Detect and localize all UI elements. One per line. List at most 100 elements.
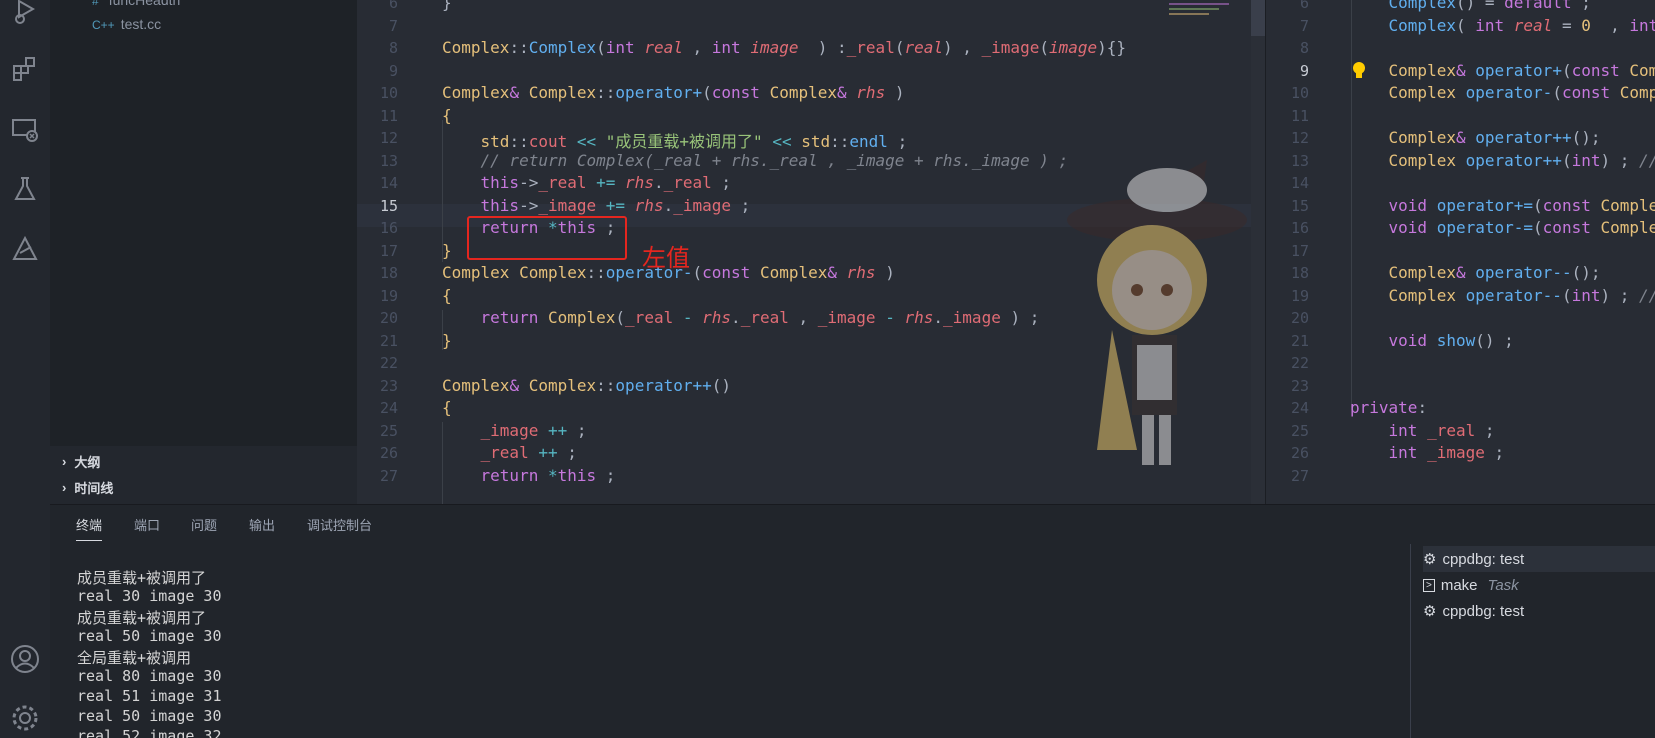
code-line: // return Complex(_real + rhs._real , _i… xyxy=(480,150,1069,170)
annotation-highlight-box xyxy=(467,216,627,260)
line-number: 16 xyxy=(1290,219,1309,237)
line-number: 26 xyxy=(1290,444,1309,462)
background-character-image xyxy=(1067,160,1247,465)
line-number: 8 xyxy=(1299,39,1309,57)
line-number: 14 xyxy=(379,174,398,192)
line-number: 25 xyxy=(379,421,398,440)
terminal-line: real 50 image 30 xyxy=(77,627,222,645)
debug-icon: ⚙ xyxy=(1423,603,1437,620)
testing-flask-icon[interactable] xyxy=(8,172,42,206)
tab-debug-console[interactable]: 调试控制台 xyxy=(307,515,372,534)
cmake-icon[interactable] xyxy=(8,232,42,266)
line-number: 6 xyxy=(1299,0,1309,12)
terminal-line: real 80 image 30 xyxy=(77,667,222,685)
extensions-icon[interactable] xyxy=(8,52,42,86)
terminal-line: real 50 image 30 xyxy=(77,707,222,725)
terminal-line: real 52 image 32 xyxy=(77,727,222,738)
editor-right[interactable]: 6 Complex() = default ; 7 Complex( int re… xyxy=(1265,0,1655,504)
line-number: 17 xyxy=(379,241,398,260)
file-icon: # xyxy=(92,0,99,8)
code-line: Complex& Complex::operator++() xyxy=(442,375,732,395)
code-line: _image ++ ; xyxy=(480,420,587,440)
file-item-test-cc[interactable]: C++ test.cc xyxy=(92,16,161,32)
line-number: 24 xyxy=(379,399,398,417)
code-line: std::cout << "成员重载+被调用了" << std::endl ; xyxy=(480,132,908,151)
terminal-line: 全局重载+被调用 xyxy=(77,649,192,667)
line-number: 14 xyxy=(1290,174,1309,192)
line-number: 22 xyxy=(1290,354,1309,372)
line-number: 10 xyxy=(379,84,398,102)
line-number: 21 xyxy=(379,331,398,350)
code-line: private: xyxy=(1350,398,1428,417)
line-number: 7 xyxy=(388,16,398,35)
run-debug-icon[interactable] xyxy=(8,0,42,28)
line-number: 23 xyxy=(379,376,398,395)
terminal-item[interactable]: > make Task xyxy=(1423,572,1655,598)
annotation-label: 左值 xyxy=(642,244,690,272)
code-line: Complex( int real = 0 , int xyxy=(1388,15,1655,35)
code-line: this->_image += rhs._image ; xyxy=(480,195,751,215)
code-line: } xyxy=(442,330,452,350)
code-line: Complex operator-(const Comp xyxy=(1388,83,1655,102)
terminal-line: 成员重载+被调用了 xyxy=(77,569,207,587)
code-line: Complex operator++(int) ; // xyxy=(1388,150,1655,170)
tab-output[interactable]: 输出 xyxy=(249,515,275,534)
terminal-line: 成员重载+被调用了 xyxy=(77,609,207,627)
explorer-panel xyxy=(50,0,357,446)
debug-icon: ⚙ xyxy=(1423,551,1437,568)
code-line: void operator-=(const Comple xyxy=(1388,218,1655,237)
chevron-right-icon: › xyxy=(62,480,67,495)
cpp-file-icon: C++ xyxy=(92,18,115,32)
remote-explorer-icon[interactable] xyxy=(8,113,42,147)
line-number: 16 xyxy=(379,219,398,237)
code-line: Complex operator--(int) ; // xyxy=(1388,285,1655,305)
activity-bar xyxy=(0,0,50,738)
code-line: } xyxy=(442,0,452,12)
section-timeline[interactable]: › 时间线 xyxy=(62,478,113,497)
line-number: 12 xyxy=(1290,129,1309,147)
scrollbar-thumb[interactable] xyxy=(1251,0,1265,36)
tab-terminal[interactable]: 终端 xyxy=(76,515,103,541)
chevron-right-icon: › xyxy=(62,454,67,469)
line-number: 27 xyxy=(1290,466,1309,485)
line-number: 8 xyxy=(388,39,398,57)
line-number: 15 xyxy=(379,196,398,215)
line-number: 20 xyxy=(1290,309,1309,327)
code-line: Complex& Complex::operator+(const Comple… xyxy=(442,83,905,102)
line-number: 24 xyxy=(1290,399,1309,417)
line-number: 7 xyxy=(1299,16,1309,35)
code-line: void operator+=(const Comple xyxy=(1388,195,1655,215)
line-number: 21 xyxy=(1290,331,1309,350)
section-outline[interactable]: › 大纲 xyxy=(62,452,100,471)
line-number: 13 xyxy=(379,151,398,170)
code-line: Complex::Complex(int real , int image ) … xyxy=(442,38,1127,57)
code-line: { xyxy=(442,105,452,125)
settings-gear-icon[interactable] xyxy=(8,701,42,735)
code-line: _real ++ ; xyxy=(480,443,577,462)
terminal-item[interactable]: ⚙ cppdbg: test xyxy=(1423,546,1655,572)
terminal-line: real 30 image 30 xyxy=(77,587,222,605)
line-number: 12 xyxy=(379,129,398,147)
line-number: 27 xyxy=(379,466,398,485)
code-line: { xyxy=(442,398,452,417)
line-number: 26 xyxy=(379,444,398,462)
line-number: 25 xyxy=(1290,421,1309,440)
line-number: 10 xyxy=(1290,84,1309,102)
code-line: Complex& operator--(); xyxy=(1388,263,1601,282)
account-icon[interactable] xyxy=(8,642,42,676)
code-line: Complex& operator+(const Com xyxy=(1388,60,1655,80)
line-number: 11 xyxy=(379,106,398,125)
terminal-item[interactable]: ⚙ cppdbg: test xyxy=(1423,598,1655,624)
tab-ports[interactable]: 端口 xyxy=(134,515,160,534)
minimap[interactable] xyxy=(1169,0,1249,20)
file-item-funchead[interactable]: # funcHeadth xyxy=(92,0,180,8)
line-number: 20 xyxy=(379,309,398,327)
editor-scrollbar[interactable] xyxy=(1251,0,1265,504)
line-number: 19 xyxy=(379,286,398,305)
code-line: int _real ; xyxy=(1388,420,1495,440)
code-line: return Complex(_real - rhs._real , _imag… xyxy=(480,308,1040,327)
tab-problems[interactable]: 问题 xyxy=(191,515,217,534)
code-line: Complex& operator++(); xyxy=(1388,128,1601,147)
line-number: 23 xyxy=(1290,376,1309,395)
line-number: 9 xyxy=(1299,61,1309,80)
